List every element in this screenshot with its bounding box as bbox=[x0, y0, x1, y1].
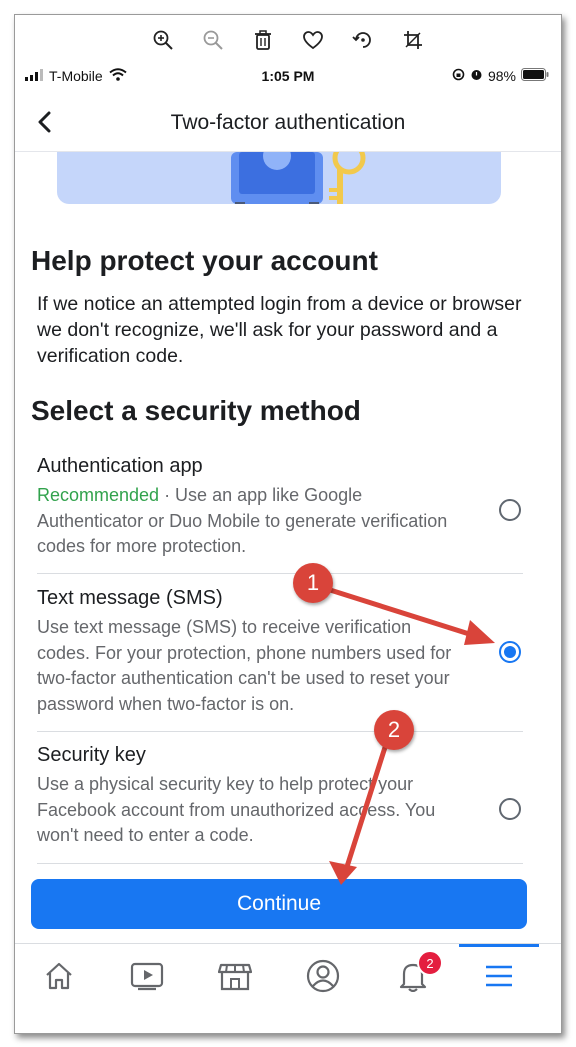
nav-header: Two-factor authentication bbox=[15, 95, 561, 152]
orientation-lock-icon bbox=[452, 68, 465, 84]
heart-icon[interactable] bbox=[299, 26, 327, 54]
radio-security-key[interactable] bbox=[499, 798, 521, 820]
option-security-key[interactable]: Security key Use a physical security key… bbox=[37, 742, 523, 849]
annotation-step-2: 2 bbox=[374, 710, 414, 750]
radio-authentication-app[interactable] bbox=[499, 499, 521, 521]
continue-button[interactable]: Continue bbox=[31, 879, 527, 929]
option-description: Use text message (SMS) to receive verifi… bbox=[37, 617, 452, 714]
rotate-icon[interactable] bbox=[349, 26, 377, 54]
annotation-step-1: 1 bbox=[293, 563, 333, 603]
option-authentication-app[interactable]: Authentication app Recommended · Use an … bbox=[37, 453, 523, 560]
status-bar: T-Mobile 1:05 PM 98% bbox=[15, 65, 561, 89]
option-text-message[interactable]: Text message (SMS) Use text message (SMS… bbox=[37, 585, 523, 717]
notification-badge: 2 bbox=[417, 950, 443, 976]
option-description: Recommended · Use an app like Google Aut… bbox=[37, 485, 448, 556]
zoom-out-icon[interactable] bbox=[199, 26, 227, 54]
photo-viewer-toolbar bbox=[15, 15, 561, 65]
marketplace-icon[interactable] bbox=[215, 956, 255, 996]
bottom-tab-bar: 2 bbox=[15, 943, 561, 1033]
phone-screenshot: T-Mobile 1:05 PM 98% Two-factor authenti… bbox=[14, 14, 562, 1034]
trash-icon[interactable] bbox=[249, 26, 277, 54]
heading: Help protect your account bbox=[31, 245, 378, 276]
safe-illustration-icon bbox=[231, 152, 366, 204]
video-icon[interactable] bbox=[127, 956, 167, 996]
battery-icon bbox=[521, 68, 549, 84]
method-heading: Select a security method bbox=[31, 395, 361, 426]
zoom-in-icon[interactable] bbox=[149, 26, 177, 54]
radio-text-message[interactable] bbox=[499, 641, 521, 663]
menu-icon[interactable] bbox=[479, 956, 519, 996]
option-title: Text message (SMS) bbox=[37, 587, 223, 609]
battery-percent: 98% bbox=[487, 68, 516, 84]
option-title: Security key bbox=[37, 744, 146, 766]
home-icon[interactable] bbox=[39, 956, 79, 996]
illustration-banner bbox=[57, 152, 501, 204]
recommended-label: Recommended bbox=[37, 485, 160, 505]
alarm-icon bbox=[470, 68, 483, 84]
divider bbox=[37, 573, 523, 574]
crop-icon[interactable] bbox=[399, 26, 427, 54]
option-title: Authentication app bbox=[37, 455, 203, 477]
description: If we notice an attempted login from a d… bbox=[37, 293, 522, 367]
page-title: Two-factor authentication bbox=[170, 111, 406, 134]
option-description: Use a physical security key to help prot… bbox=[37, 774, 436, 845]
active-tab-indicator bbox=[459, 944, 539, 947]
divider bbox=[37, 731, 523, 732]
profile-icon[interactable] bbox=[303, 956, 343, 996]
divider bbox=[37, 863, 523, 864]
